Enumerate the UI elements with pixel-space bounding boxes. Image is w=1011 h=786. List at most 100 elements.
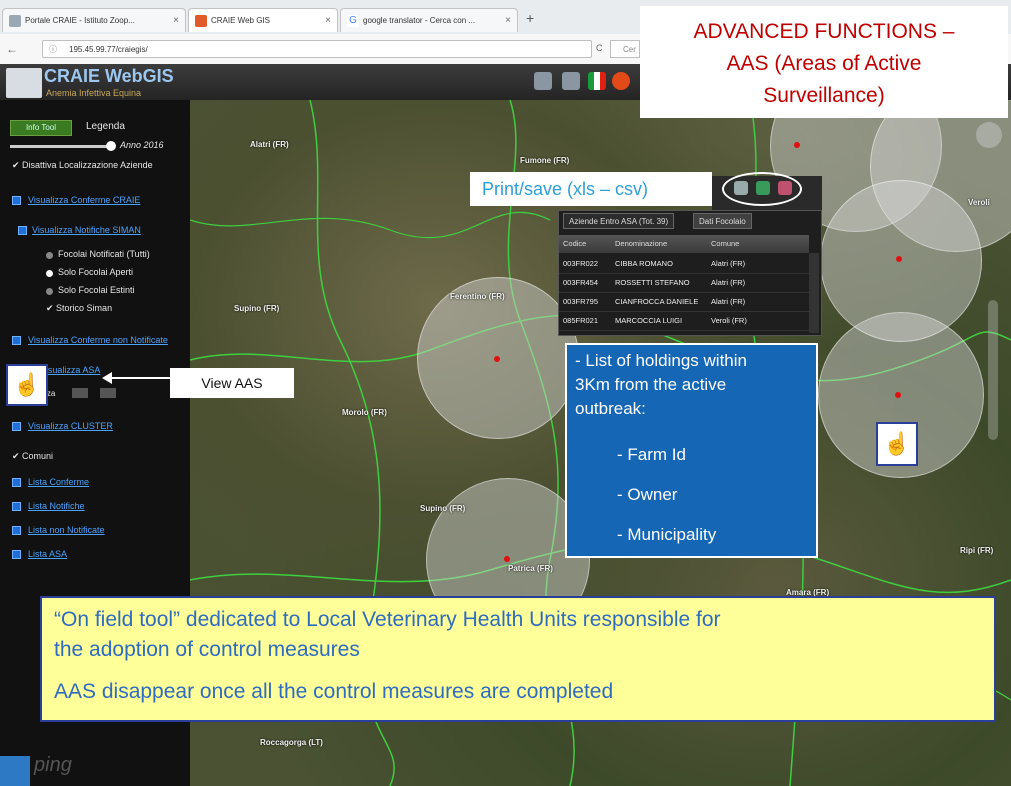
radio-focolai-aperti[interactable] [46,270,53,277]
reload-icon[interactable]: C [596,43,603,53]
storico-checkbox[interactable]: ✔ Storico Siman [46,303,112,314]
zoom-slider[interactable] [988,300,998,440]
back-arrow-icon[interactable]: ← [6,42,18,56]
click-hand-icon: ☝ [876,422,918,466]
url-field[interactable]: ⓘ 195.45.99.77/craiegis/ [42,40,592,58]
expand-icon[interactable] [12,196,21,205]
tab-dati-focolaio[interactable]: Dati Focolaio [693,213,752,229]
app-favicon-icon [195,15,207,27]
expand-icon[interactable] [12,526,21,535]
expand-icon[interactable] [12,336,21,345]
view-aas-callout: View AAS [170,368,294,398]
browser-tab-portale[interactable]: Portale CRAIE - Istituto Zoop... × [2,8,186,32]
description-line: AAS disappear once all the control measu… [54,680,614,703]
outbreak-marker[interactable] [895,392,901,398]
google-icon: G [347,15,359,27]
power-icon[interactable] [612,72,630,90]
outbreak-marker[interactable] [896,256,902,262]
expand-icon[interactable] [12,550,21,559]
callout-item: - Farm Id [617,445,686,464]
cell-comune: Alatri (FR) [711,259,746,268]
column-header-codice[interactable]: Codice [563,235,586,253]
slide-title-line: Surveillance) [763,84,885,107]
comuni-checkbox[interactable]: ✔ Comuni [12,451,53,462]
csv-export-icon[interactable] [778,181,792,195]
close-tab-icon[interactable]: × [173,9,179,32]
map-place-label: Patrica (FR) [508,564,553,573]
outbreak-marker[interactable] [794,142,800,148]
outbreak-marker[interactable] [504,556,510,562]
slide-title-line: AAS (Areas of Active [726,52,922,75]
expand-icon[interactable] [12,502,21,511]
table-row[interactable]: 003FR795 CIANFROCCA DANIELE Alatri (FR) [559,293,809,312]
storico-label: Storico Siman [56,303,113,313]
distance-increase-button[interactable] [100,388,116,398]
callout-item: - Owner [617,485,678,504]
disable-localization-checkbox[interactable]: ✔ Disattiva Localizzazione Aziende [12,160,153,171]
description-box: “On field tool” dedicated to Local Veter… [40,596,996,722]
radio-label: Solo Focolai Aperti [58,267,134,277]
callout-line: 3Km from the active [575,375,727,394]
tab-label: Portale CRAIE - Istituto Zoop... [25,16,135,25]
expand-icon[interactable] [12,478,21,487]
close-tab-icon[interactable]: × [505,9,511,32]
cell-codice: 085FR021 [563,316,599,325]
outbreak-marker[interactable] [494,356,500,362]
horse-icon[interactable] [534,72,552,90]
tab-label: CRAIE Web GIS [211,16,270,25]
cell-denominazione: CIBBA ROMANO [615,259,673,268]
table-header: Codice Denominazione Comune [559,235,809,253]
new-tab-button[interactable]: + [526,10,534,26]
link-visualizza-conferme[interactable]: Visualizza Conferme CRAIE [28,195,140,205]
print-icon[interactable] [734,181,748,195]
comuni-label: Comuni [22,451,54,461]
link-lista-notifiche[interactable]: Lista Notifiche [28,501,85,511]
info-icon: ⓘ [49,45,57,54]
watermark-text: ping [34,754,72,776]
link-lista-non-notificate[interactable]: Lista non Notificate [28,525,105,535]
link-lista-asa[interactable]: Lista ASA [28,549,67,559]
tab-aziende-entro-asa[interactable]: Aziende Entro ASA (Tot. 39) [563,213,675,229]
panel-scrollbar[interactable] [809,253,819,333]
excel-export-icon[interactable] [756,181,770,195]
tab-info-tool[interactable]: Info Tool [10,120,72,136]
close-tab-icon[interactable]: × [325,9,331,32]
radio-focolai-estinti[interactable] [46,288,53,295]
distance-decrease-button[interactable] [72,388,88,398]
page-icon [9,15,21,27]
pan-control-icon[interactable] [976,122,1002,148]
callout-line: outbreak: [575,399,646,418]
description-line: “On field tool” dedicated to Local Veter… [54,608,721,631]
year-slider-handle[interactable] [106,141,116,151]
expand-icon[interactable] [12,422,21,431]
callout-line: - List of holdings within [575,351,747,370]
horse-alt-icon[interactable] [562,72,580,90]
tab-legend[interactable]: Legenda [86,121,125,132]
link-lista-conferme[interactable]: Lista Conferme [28,477,89,487]
expand-icon[interactable] [18,226,27,235]
search-field[interactable]: Cer [610,40,640,58]
link-visualizza-cluster[interactable]: Visualizza CLUSTER [28,421,113,431]
cell-codice: 003FR454 [563,278,599,287]
slide-corner-decoration [0,756,30,786]
italian-flag-icon[interactable] [588,72,606,90]
column-header-denominazione[interactable]: Denominazione [615,235,667,253]
table-row[interactable]: 003FR022 CIBBA ROMANO Alatri (FR) [559,255,809,274]
table-row[interactable]: 085FR021 MARCOCCIA LUIGI Veroli (FR) [559,312,809,331]
radio-focolai-tutti[interactable] [46,252,53,259]
column-header-comune[interactable]: Comune [711,235,739,253]
map-place-label: Roccagorga (LT) [260,738,323,747]
callout-item: - Municipality [617,525,717,544]
browser-tab-google[interactable]: G google translator - Cerca con ... × [340,8,518,32]
link-conferme-non-notificate[interactable]: Visualizza Conferme non Notificate [28,335,168,345]
cell-comune: Veroli (FR) [711,316,747,325]
link-visualizza-asa[interactable]: Visualizza ASA [40,365,100,375]
table-row[interactable]: 003FR454 ROSSETTI STEFANO Alatri (FR) [559,274,809,293]
map-place-label: Alatri (FR) [250,140,289,149]
year-slider[interactable] [10,145,110,148]
cell-denominazione: CIANFROCCA DANIELE [615,297,699,306]
browser-tab-webgis[interactable]: CRAIE Web GIS × [188,8,338,32]
disable-localization-label: Disattiva Localizzazione Aziende [22,160,153,170]
link-visualizza-notifiche[interactable]: Visualizza Notifiche SIMAN [32,225,141,235]
slide-title-line: ADVANCED FUNCTIONS – [693,20,955,43]
